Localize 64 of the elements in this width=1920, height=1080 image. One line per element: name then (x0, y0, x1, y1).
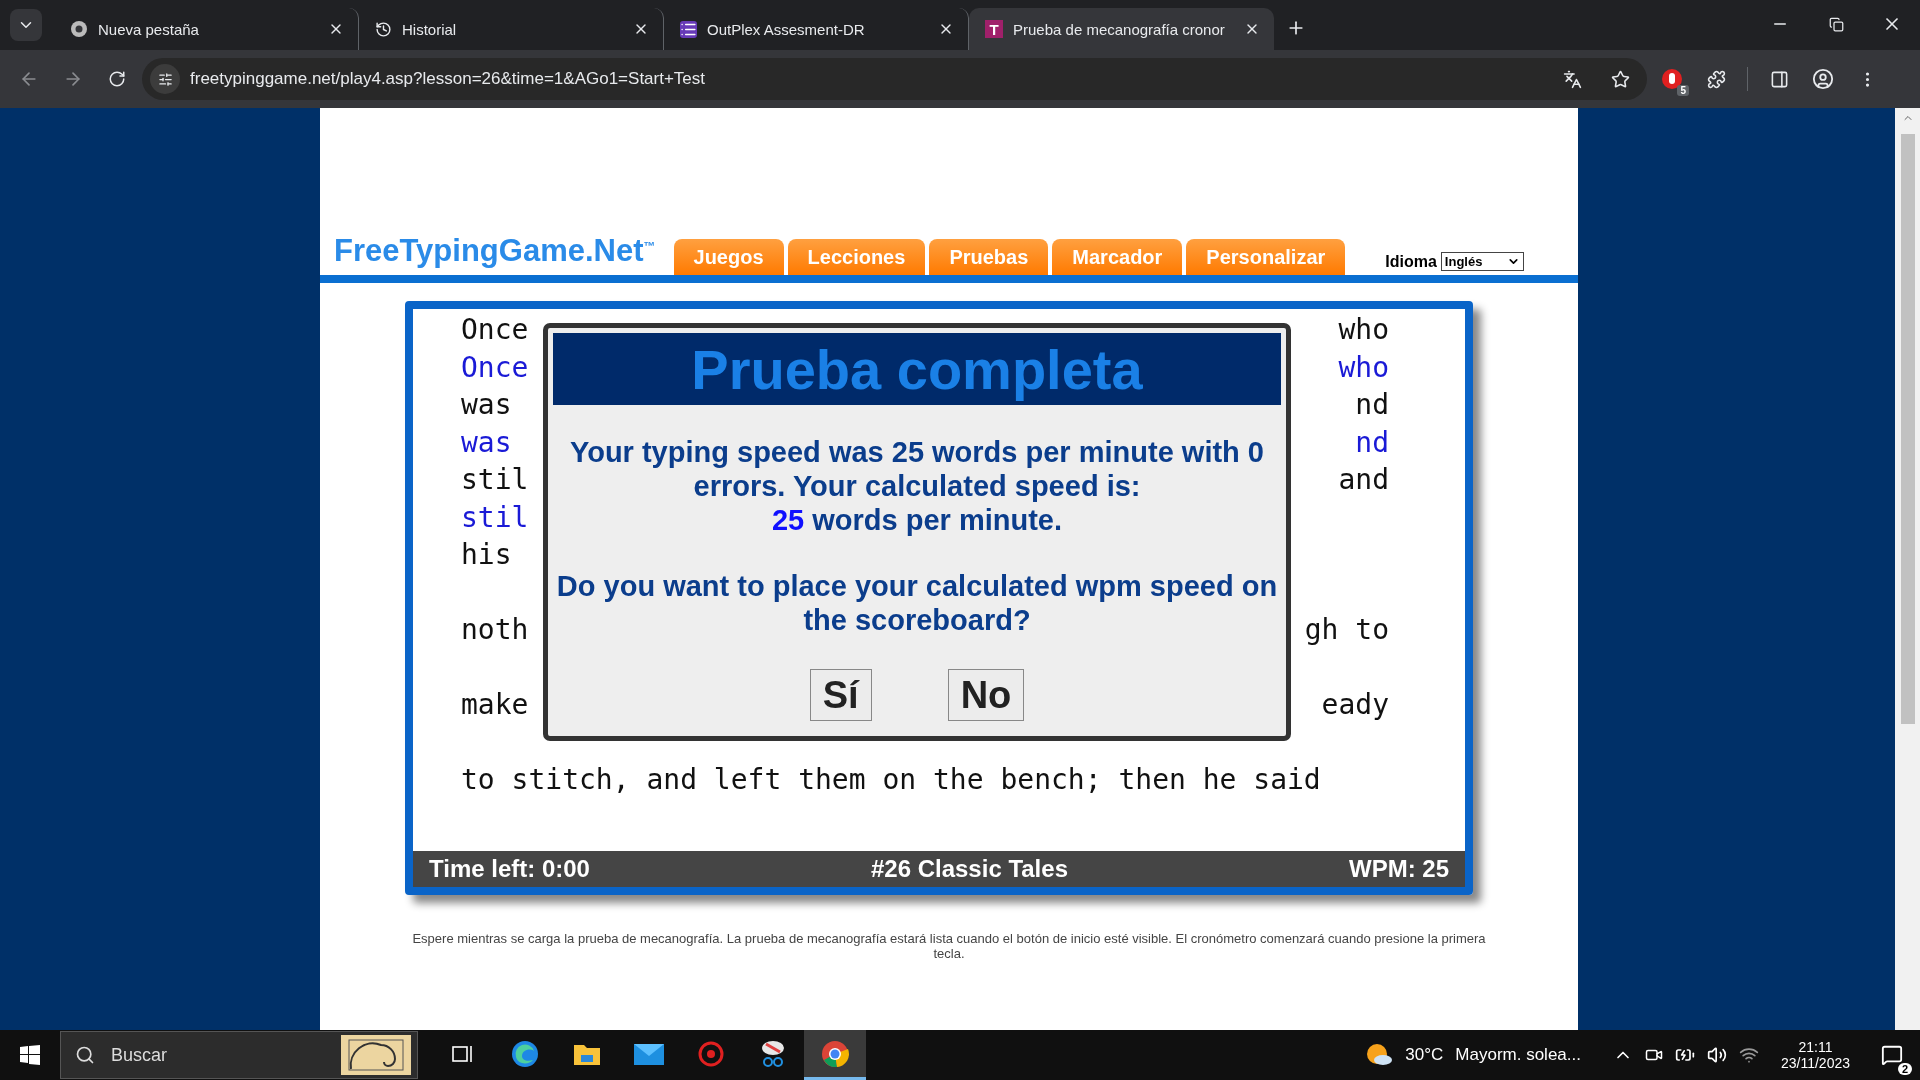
passage-text: make (461, 688, 529, 722)
tab-search-button[interactable] (10, 9, 42, 41)
wifi-icon[interactable] (1738, 1045, 1759, 1065)
typed-text: stil (461, 500, 529, 534)
edge-icon (510, 1038, 540, 1069)
browser-icon (70, 20, 88, 38)
clock[interactable]: 21:11 23/11/2023 (1780, 1039, 1850, 1071)
typed-text: nd (1355, 425, 1389, 459)
time-left: Time left: 0:00 (429, 855, 590, 883)
weather-icon (1365, 1042, 1394, 1068)
answer-button[interactable]: Sí (809, 669, 872, 721)
app-icon (697, 1039, 725, 1068)
language-label: Idioma (1385, 253, 1437, 271)
temperature: 30°C (1405, 1045, 1444, 1065)
passage-text: and (1338, 463, 1389, 497)
passage-text: noth (461, 613, 529, 647)
tab-title: Historial (402, 20, 458, 38)
browser-tab[interactable]: T Prueba de mecanografía cronor (969, 8, 1274, 50)
taskbar-search-field[interactable]: Buscar (60, 1031, 418, 1079)
search-icon (75, 1045, 95, 1065)
notifications-icon[interactable] (1881, 1044, 1903, 1066)
result-text: Your typing speed was 25 words per minute with 0 errors. Your calculated speed is: (570, 436, 1264, 502)
passage-text: to stitch, and left them on the bench; then he said (461, 763, 1321, 797)
notification-count: 2 (1897, 1063, 1912, 1075)
time: 21:11 (1798, 1039, 1833, 1055)
lesson-title: #26 Classic Tales (870, 855, 1068, 883)
extension-icon[interactable] (1661, 68, 1683, 90)
passage-text: was (461, 388, 512, 422)
question-text: Do you want to place your calculated wpm speed on the scoreboard? (555, 569, 1279, 637)
speed-value: 25 (771, 504, 805, 536)
history-icon (375, 20, 392, 38)
tab-title: OutPlex Assesment-DR (707, 20, 866, 38)
site-icon: T (985, 20, 1003, 38)
date: 23/11/2023 (1780, 1055, 1850, 1071)
passage-text: eady (1321, 688, 1389, 722)
answer-button[interactable]: No (947, 669, 1025, 721)
task-view-icon (452, 1043, 474, 1064)
volume-icon[interactable] (1706, 1045, 1727, 1065)
speed-unit: words per minute. (812, 504, 1063, 536)
typed-text: who (1338, 350, 1389, 384)
spiral-icon (341, 1035, 411, 1075)
language-select[interactable]: Inglés (1440, 252, 1524, 271)
tab-title: Prueba de mecanografía cronor (1013, 20, 1226, 38)
browser-icon (820, 1038, 850, 1069)
typed-text: was (461, 425, 512, 459)
passage-text: stil (461, 463, 529, 497)
passage-text: Once (461, 313, 529, 347)
typed-text: Once (461, 350, 529, 384)
passage-text: gh to (1304, 613, 1389, 647)
taskbar-app[interactable] (804, 1030, 866, 1080)
scrollbar-thumb[interactable] (1900, 134, 1915, 724)
search-placeholder: Buscar (111, 1044, 169, 1066)
passage-text: nd (1355, 388, 1389, 422)
loading-note: Espere mientras se carga la prueba de mecanografía. La prueba de mecanografía estará lista cuando el botón de inicio esté visible. El cronómetro comenzará cuando presione la primera tecla. (411, 931, 1487, 961)
weather-summary: Mayorm. solea... (1455, 1045, 1581, 1065)
site-logo[interactable]: FreeTypingGame.Net$^{™}$ (334, 233, 656, 269)
passage-text: who (1338, 313, 1389, 347)
passage-text: his (461, 538, 512, 572)
site-settings-icon[interactable] (150, 64, 180, 94)
list-icon (680, 20, 697, 38)
tab-title: Nueva pestaña (98, 20, 200, 38)
extension-badge: 5 (1677, 85, 1689, 96)
wpm-reading: WPM: 25 (1349, 855, 1449, 883)
dialog-title: Prueba completa (553, 333, 1281, 405)
